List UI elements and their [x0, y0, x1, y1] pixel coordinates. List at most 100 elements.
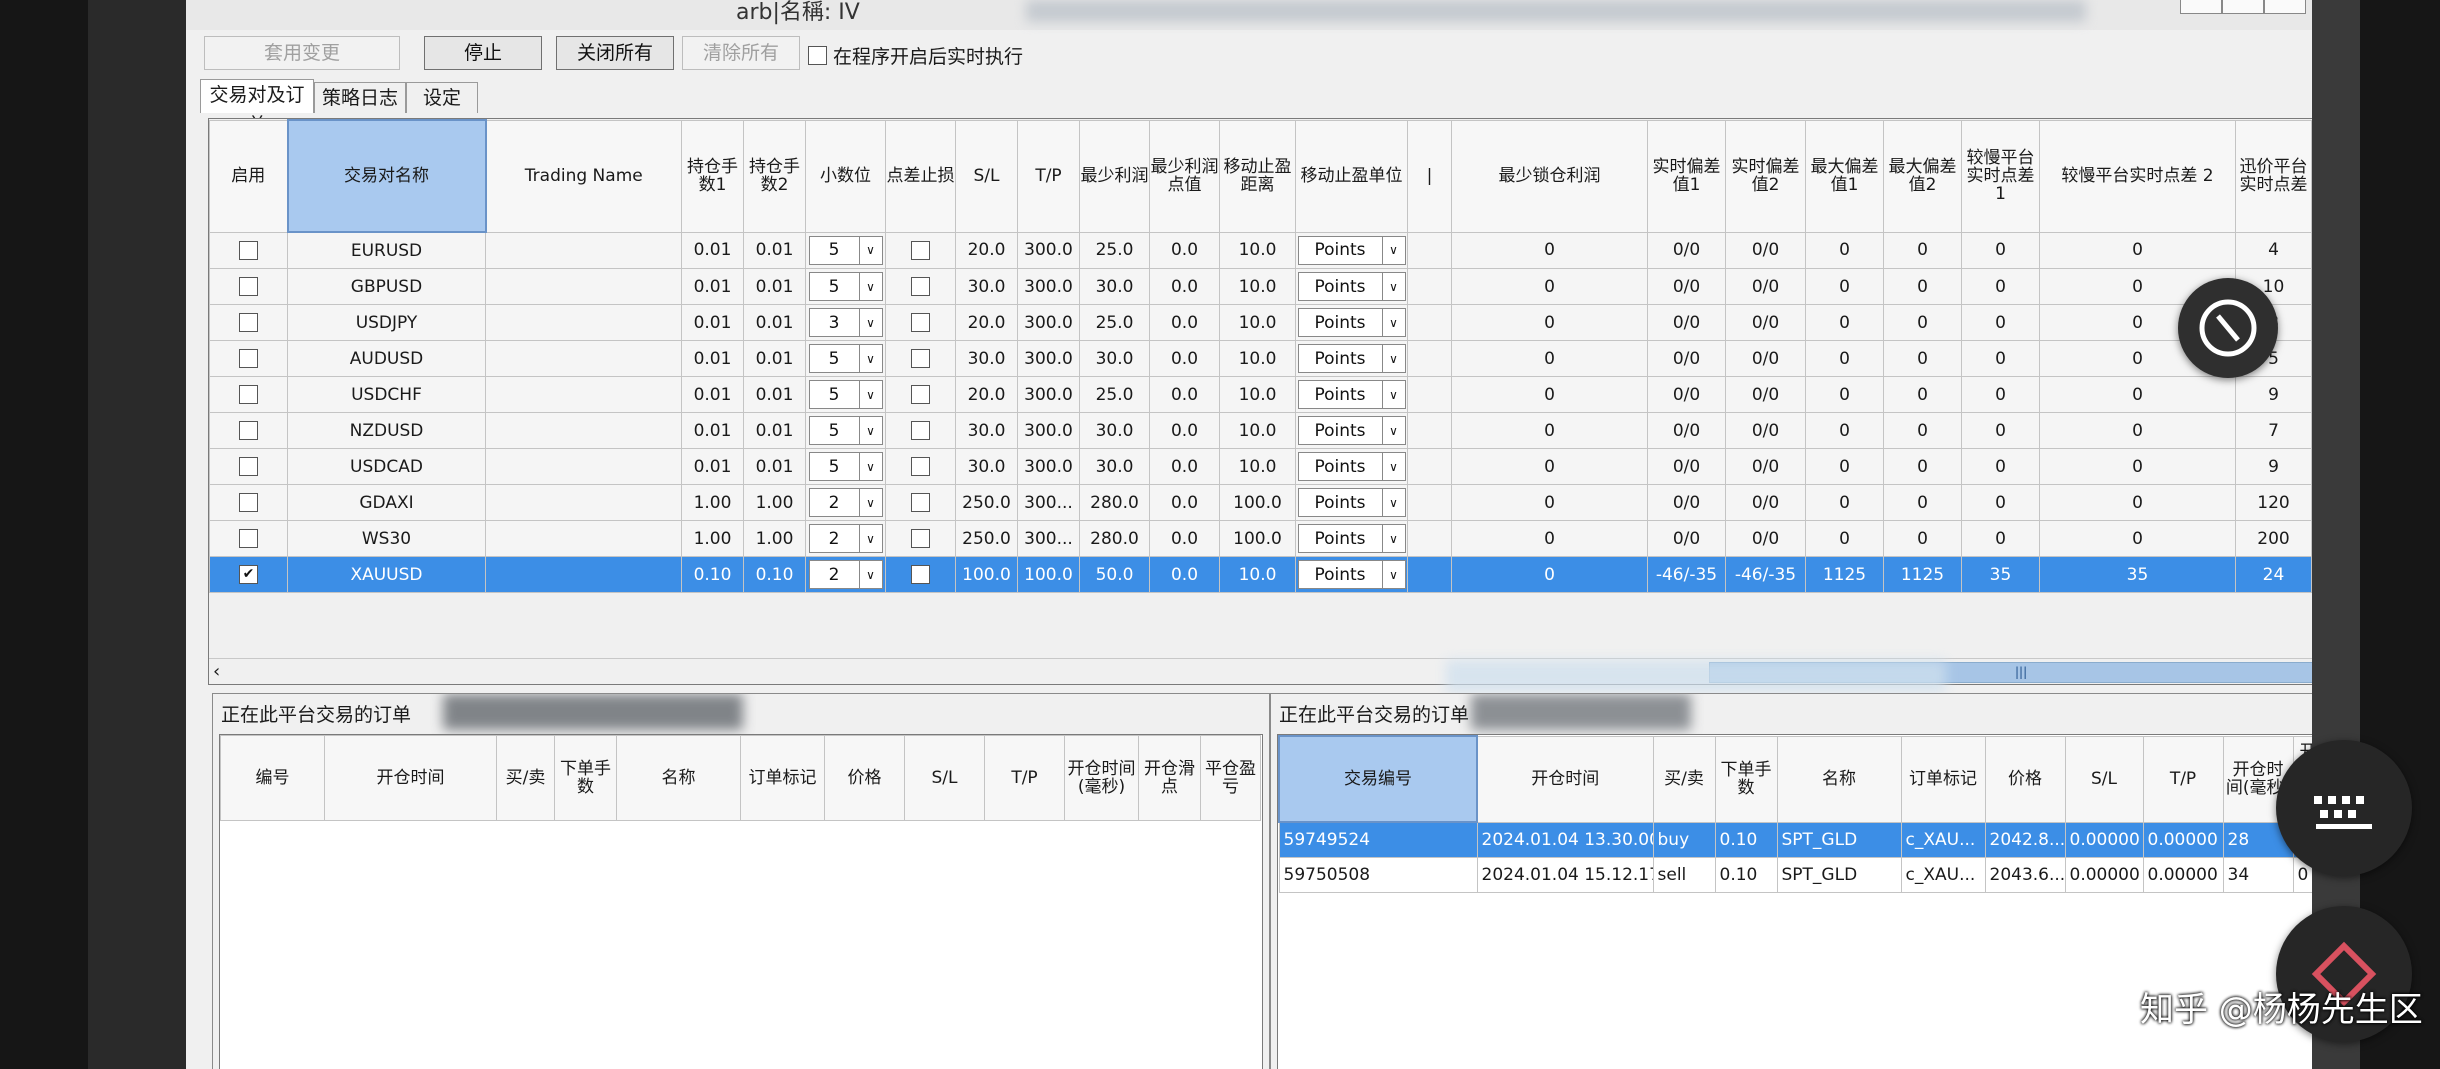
- column-header[interactable]: 订单标记: [740, 735, 825, 821]
- spread-stop-checkbox[interactable]: [911, 493, 930, 512]
- apply-changes-button[interactable]: 套用变更: [204, 36, 400, 70]
- digits-select[interactable]: 2 ∨: [808, 560, 883, 589]
- column-header[interactable]: 买/卖: [1652, 735, 1716, 823]
- chevron-down-icon[interactable]: ∨: [1381, 309, 1405, 336]
- column-header[interactable]: 较慢平台实时点差1: [1961, 119, 2040, 233]
- table-row[interactable]: USDCHF 0.01 0.01 5 ∨ 20.0 300.0 25.0 0.0 10.0 Poin…: [209, 376, 2312, 413]
- enable-checkbox[interactable]: [239, 240, 258, 260]
- column-header[interactable]: T/P: [2142, 735, 2224, 823]
- enable-checkbox[interactable]: [239, 457, 258, 476]
- spread-stop-checkbox[interactable]: [911, 565, 930, 584]
- chevron-down-icon[interactable]: ∨: [1381, 273, 1405, 300]
- column-header[interactable]: S/L: [955, 119, 1018, 233]
- chevron-down-icon[interactable]: ∨: [1381, 453, 1405, 480]
- chevron-down-icon[interactable]: ∨: [858, 273, 882, 300]
- column-header[interactable]: 订单标记: [1900, 735, 1986, 823]
- column-header[interactable]: 实时偏差值1: [1647, 119, 1726, 233]
- maximize-button[interactable]: [2222, 0, 2264, 14]
- column-header[interactable]: 最少利润点值: [1149, 119, 1220, 233]
- table-row[interactable]: NZDUSD 0.01 0.01 5 ∨ 30.0 300.0 30.0 0.0 10.0 Poin…: [209, 412, 2312, 449]
- stop-button[interactable]: 停止: [424, 36, 542, 70]
- trail-unit-select[interactable]: Points ∨: [1297, 524, 1406, 553]
- column-header[interactable]: 启用: [209, 119, 288, 233]
- column-header[interactable]: 交易对名称: [286, 119, 487, 233]
- column-header[interactable]: 交易编号: [1278, 735, 1478, 823]
- digits-select[interactable]: 5 ∨: [808, 272, 883, 301]
- column-header[interactable]: 开仓滑点: [1138, 735, 1201, 821]
- column-header[interactable]: Trading Name: [485, 119, 682, 233]
- column-header[interactable]: 实时偏差值2: [1725, 119, 1806, 233]
- spread-stop-checkbox[interactable]: [911, 349, 930, 368]
- chevron-down-icon[interactable]: ∨: [858, 309, 882, 336]
- enable-checkbox[interactable]: ✔: [239, 565, 258, 584]
- digits-select[interactable]: 5 ∨: [808, 380, 883, 409]
- digits-select[interactable]: 5 ∨: [808, 452, 883, 481]
- column-header[interactable]: 名称: [616, 735, 741, 821]
- trail-unit-select[interactable]: Points ∨: [1297, 488, 1406, 517]
- chevron-down-icon[interactable]: ∨: [1381, 417, 1405, 444]
- trail-unit-select[interactable]: Points ∨: [1297, 235, 1406, 265]
- trail-unit-select[interactable]: Points ∨: [1297, 380, 1406, 409]
- run-on-start-option[interactable]: 在程序开启后实时执行: [808, 42, 1023, 69]
- trail-unit-select[interactable]: Points ∨: [1297, 416, 1406, 445]
- chevron-down-icon[interactable]: ∨: [1381, 489, 1405, 516]
- enable-checkbox[interactable]: [239, 421, 258, 440]
- trail-unit-select[interactable]: Points ∨: [1297, 452, 1406, 481]
- enable-checkbox[interactable]: [239, 313, 258, 332]
- table-row[interactable]: USDJPY 0.01 0.01 3 ∨ 20.0 300.0 25.0 0.0 10.0 Poin…: [209, 304, 2312, 341]
- trail-unit-select[interactable]: Points ∨: [1297, 272, 1406, 301]
- table-row[interactable]: WS30 1.00 1.00 2 ∨ 250.0 300... 280.0 0.0 100.0 Po…: [209, 520, 2312, 557]
- enable-checkbox[interactable]: [239, 529, 258, 548]
- spread-stop-checkbox[interactable]: [911, 313, 930, 332]
- spread-stop-checkbox[interactable]: [911, 457, 930, 476]
- column-header[interactable]: 最大偏差值1: [1805, 119, 1884, 233]
- chevron-down-icon[interactable]: ∨: [1381, 236, 1405, 264]
- table-row[interactable]: USDCAD 0.01 0.01 5 ∨ 30.0 300.0 30.0 0.0 10.0 Poin…: [209, 448, 2312, 485]
- digits-select[interactable]: 2 ∨: [808, 488, 883, 517]
- column-header[interactable]: 价格: [824, 735, 905, 821]
- chevron-down-icon[interactable]: ∨: [858, 236, 882, 264]
- spread-stop-checkbox[interactable]: [911, 277, 930, 296]
- chevron-down-icon[interactable]: ∨: [1381, 381, 1405, 408]
- order-row[interactable]: 59749524 2024.01.04 13.30.00 buy 0.10 SPT_GL…: [1278, 821, 2312, 858]
- column-header[interactable]: T/P: [984, 735, 1065, 821]
- enable-checkbox[interactable]: [239, 277, 258, 296]
- column-header[interactable]: 开仓时间(毫秒): [1064, 735, 1139, 821]
- column-header[interactable]: T/P: [1017, 119, 1080, 233]
- trail-unit-select[interactable]: Points ∨: [1297, 560, 1406, 589]
- column-header[interactable]: S/L: [904, 735, 985, 821]
- column-header[interactable]: 平仓盈亏: [1200, 735, 1261, 821]
- horizontal-scrollbar[interactable]: ‹ ||| ›: [209, 658, 2312, 684]
- enable-checkbox[interactable]: [239, 385, 258, 404]
- digits-select[interactable]: 5 ∨: [808, 416, 883, 445]
- column-header[interactable]: 下单手数: [554, 735, 617, 821]
- column-header[interactable]: 买/卖: [496, 735, 555, 821]
- chevron-down-icon[interactable]: ∨: [858, 525, 882, 552]
- column-header[interactable]: 最少利润: [1079, 119, 1150, 233]
- table-row[interactable]: GBPUSD 0.01 0.01 5 ∨ 30.0 300.0 30.0 0.0 10.0 Poin…: [209, 268, 2312, 305]
- tab-settings[interactable]: 设定: [406, 82, 478, 113]
- digits-select[interactable]: 5 ∨: [808, 344, 883, 373]
- scroll-left-icon[interactable]: ‹: [213, 659, 220, 684]
- table-row[interactable]: AUDUSD 0.01 0.01 5 ∨ 30.0 300.0 30.0 0.0 10.0 Poin…: [209, 340, 2312, 377]
- column-header[interactable]: 持仓手数2: [743, 119, 806, 233]
- keyboard-button[interactable]: [2276, 740, 2412, 876]
- chevron-down-icon[interactable]: ∨: [1381, 525, 1405, 552]
- table-row[interactable]: GDAXI 1.00 1.00 2 ∨ 250.0 300... 280.0 0.0 100.0 P…: [209, 484, 2312, 521]
- order-row[interactable]: 59750508 2024.01.04 15.12.17 sell 0.10 SPT_G…: [1278, 857, 2312, 893]
- chevron-down-icon[interactable]: ∨: [1381, 345, 1405, 372]
- close-window-button[interactable]: [2264, 0, 2306, 14]
- column-header[interactable]: 小数位: [805, 119, 886, 233]
- digits-select[interactable]: 3 ∨: [808, 308, 883, 337]
- floating-action-button[interactable]: [2178, 278, 2278, 378]
- chevron-down-icon[interactable]: ∨: [858, 561, 882, 588]
- chevron-down-icon[interactable]: ∨: [858, 381, 882, 408]
- minimize-button[interactable]: [2180, 0, 2222, 14]
- column-header[interactable]: 价格: [1984, 735, 2066, 823]
- trail-unit-select[interactable]: Points ∨: [1297, 344, 1406, 373]
- enable-checkbox[interactable]: [239, 493, 258, 512]
- digits-select[interactable]: 2 ∨: [808, 524, 883, 553]
- clear-all-button[interactable]: 清除所有: [682, 36, 800, 70]
- column-header[interactable]: 迅价平台实时点差: [2235, 119, 2312, 233]
- chevron-down-icon[interactable]: ∨: [1381, 561, 1405, 588]
